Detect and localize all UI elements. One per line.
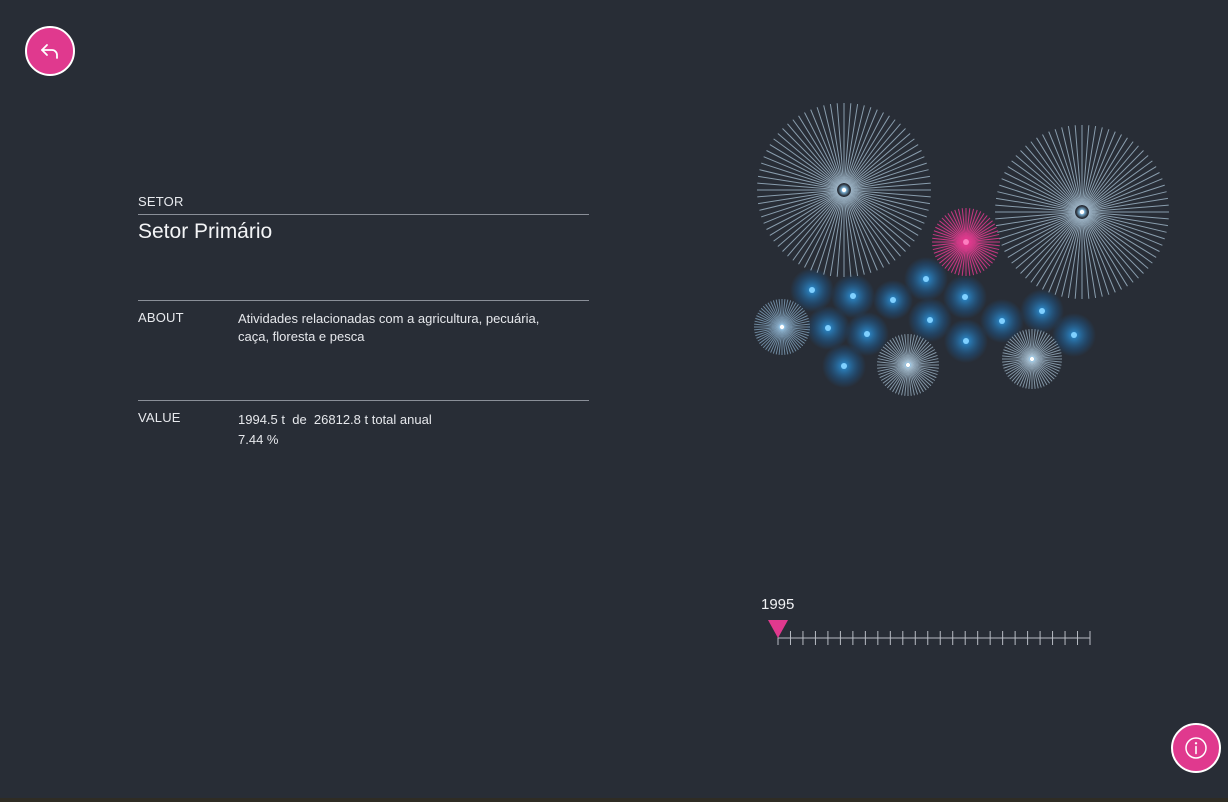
selected-sector-burst[interactable] (932, 208, 1000, 276)
divider (138, 214, 589, 215)
sector-bubble-visualization (754, 103, 1169, 396)
sector-bubble[interactable] (806, 306, 850, 350)
bottom-strip (0, 798, 1228, 802)
info-button[interactable] (1171, 723, 1221, 773)
sector-label: SETOR (138, 194, 184, 209)
value-amount: 1994.5 t de 26812.8 t total anual (238, 412, 432, 427)
about-row: ABOUT Atividades relacionadas com a agri… (138, 300, 589, 344)
sector-bubble[interactable] (980, 299, 1024, 343)
divider (138, 400, 589, 401)
back-button[interactable] (25, 26, 75, 76)
value-text: 1994.5 t de 26812.8 t total anual 7.44 % (238, 410, 568, 450)
info-icon (1185, 737, 1207, 759)
divider (138, 300, 589, 301)
sector-details-panel: SETOR Setor Primário ABOUT Atividades re… (138, 194, 589, 447)
sector-bubble[interactable] (790, 268, 834, 312)
sector-burst[interactable] (995, 125, 1169, 299)
timeline-marker[interactable] (768, 620, 788, 638)
sector-burst[interactable] (757, 103, 931, 277)
value-percent: 7.44 % (238, 432, 279, 447)
sector-bubble[interactable] (822, 344, 866, 388)
sector-title: Setor Primário (138, 220, 273, 243)
value-row: VALUE 1994.5 t de 26812.8 t total anual … (138, 400, 589, 447)
about-text: Atividades relacionadas com a agricultur… (238, 311, 540, 344)
about-label: ABOUT (138, 310, 184, 325)
return-arrow-icon (41, 44, 58, 59)
value-label: VALUE (138, 410, 181, 425)
year-label: 1995 (761, 596, 795, 613)
timeline-track[interactable] (755, 614, 1105, 669)
